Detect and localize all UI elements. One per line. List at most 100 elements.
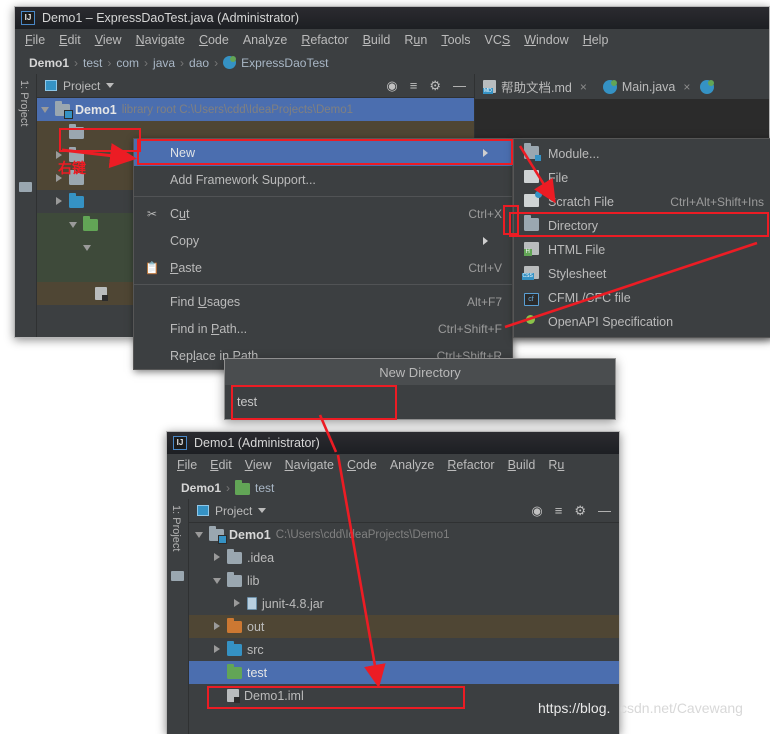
context-menu-item-copy[interactable]: Copy xyxy=(134,227,512,254)
project-toolwindow-label[interactable]: Project xyxy=(63,79,100,93)
menu-file[interactable]: File xyxy=(25,33,45,47)
project-toolwindow-label[interactable]: Project xyxy=(215,504,252,518)
tree-row-demo1[interactable]: Demo1 C:\Users\cdd\IdeaProjects\Demo1 xyxy=(189,523,619,546)
left-tool-strip[interactable]: 1: Project xyxy=(167,499,189,734)
new-directory-dialog[interactable]: New Directory test xyxy=(224,358,616,420)
tree-row-test[interactable]: test xyxy=(189,661,619,684)
tree-row-demo1-root[interactable]: Demo1 library root C:\Users\cdd\IdeaProj… xyxy=(37,98,474,121)
submenu-item-directory[interactable]: Directory xyxy=(514,214,770,238)
menu-build[interactable]: Build xyxy=(508,458,536,472)
chevron-down-icon[interactable] xyxy=(69,220,78,229)
directory-name-input[interactable]: test xyxy=(225,385,615,419)
tree-row-out[interactable]: out xyxy=(189,615,619,638)
menu-build[interactable]: Build xyxy=(363,33,391,47)
menu-run[interactable]: Run xyxy=(404,33,427,47)
menu-help[interactable]: Help xyxy=(583,33,609,47)
locate-icon[interactable]: ◉ xyxy=(386,79,397,92)
menu-refactor[interactable]: Refactor xyxy=(447,458,494,472)
chevron-down-icon[interactable] xyxy=(41,105,50,114)
chevron-right-icon[interactable] xyxy=(213,645,222,654)
submenu-item-openapi-specification[interactable]: OpenAPI Specification xyxy=(514,310,770,334)
submenu-item-stylesheet[interactable]: Stylesheet xyxy=(514,262,770,286)
menu-view[interactable]: View xyxy=(245,458,272,472)
locate-icon[interactable]: ◉ xyxy=(531,504,542,517)
menu-edit[interactable]: Edit xyxy=(210,458,232,472)
window2-breadcrumb[interactable]: Demo1 › test xyxy=(167,476,619,499)
tree-row-src[interactable]: src xyxy=(189,638,619,661)
menu-edit[interactable]: Edit xyxy=(59,33,81,47)
left-tool-strip[interactable]: 1: Project xyxy=(15,74,37,337)
context-menu[interactable]: New Add Framework Support... ✂ Cut Ctrl+… xyxy=(133,138,513,370)
breadcrumb-item-2[interactable]: com xyxy=(116,56,139,70)
menu-vcs[interactable]: VCS xyxy=(485,33,511,47)
breadcrumb-sep: › xyxy=(144,55,149,70)
context-menu-item-accel: Alt+F7 xyxy=(466,294,502,309)
menu-run[interactable]: Ru xyxy=(548,458,564,472)
tool-window-label-project[interactable]: 1: Project xyxy=(170,505,182,551)
submenu-item-scratch-file[interactable]: Scratch File Ctrl+Alt+Shift+Ins xyxy=(514,190,770,214)
breadcrumb-item-4[interactable]: dao xyxy=(189,56,209,70)
submenu-item-cfml-cfc-file[interactable]: cf CFML/CFC file xyxy=(514,286,770,310)
chevron-down-icon[interactable] xyxy=(106,83,115,88)
tree-row-idea[interactable]: .idea xyxy=(189,546,619,569)
chevron-right-icon[interactable] xyxy=(213,553,222,562)
breadcrumb-item-5[interactable]: ExpressDaoTest xyxy=(241,56,328,70)
breadcrumb-item-0[interactable]: Demo1 xyxy=(29,56,69,70)
project-tree-window2[interactable]: Demo1 C:\Users\cdd\IdeaProjects\Demo1 .i… xyxy=(189,523,619,707)
menu-analyze[interactable]: Analyze xyxy=(243,33,287,47)
menu-navigate[interactable]: Navigate xyxy=(285,458,334,472)
menu-tools[interactable]: Tools xyxy=(441,33,470,47)
breadcrumb-item-1[interactable]: test xyxy=(255,481,274,495)
menu-analyze[interactable]: Analyze xyxy=(390,458,434,472)
chevron-right-icon[interactable] xyxy=(213,622,222,631)
editor-tabbar[interactable]: 帮助文档.md × Main.java × xyxy=(475,74,769,99)
gear-icon[interactable]: ⚙ xyxy=(574,504,586,517)
minimize-icon[interactable]: — xyxy=(453,79,466,92)
menu-navigate[interactable]: Navigate xyxy=(136,33,185,47)
context-menu-item-find-in-path[interactable]: Find in Path... Ctrl+Shift+F xyxy=(134,315,512,342)
chevron-down-icon[interactable] xyxy=(195,530,204,539)
context-menu-item-paste[interactable]: 📋 Paste Ctrl+V xyxy=(134,254,512,281)
chevron-down-icon[interactable] xyxy=(258,508,267,513)
editor-tab-main-java[interactable]: Main.java × xyxy=(595,74,699,99)
window1-breadcrumb[interactable]: Demo1 › test › com › java › dao › Expres… xyxy=(15,51,769,74)
grey-folder-icon xyxy=(69,123,84,139)
context-menu-item-new[interactable]: New xyxy=(134,139,512,166)
window1-menubar[interactable]: File Edit View Navigate Code Analyze Ref… xyxy=(15,29,769,51)
close-icon[interactable]: × xyxy=(683,80,690,94)
menu-refactor[interactable]: Refactor xyxy=(301,33,348,47)
tool-window-label-project[interactable]: 1: Project xyxy=(18,80,30,126)
menu-window[interactable]: Window xyxy=(524,33,568,47)
context-menu-item-label: Find in Path... xyxy=(170,321,248,336)
menu-view[interactable]: View xyxy=(95,33,122,47)
gear-icon[interactable]: ⚙ xyxy=(429,79,441,92)
context-menu-item-cut[interactable]: ✂ Cut Ctrl+X xyxy=(134,200,512,227)
close-icon[interactable]: × xyxy=(580,80,587,94)
ide-window-result[interactable]: IJ Demo1 (Administrator) File Edit View … xyxy=(166,431,620,734)
submenu-item-file[interactable]: File xyxy=(514,166,770,190)
submenu-item-html-file[interactable]: HTML File xyxy=(514,238,770,262)
new-submenu[interactable]: Module... File Scratch File Ctrl+Alt+Shi… xyxy=(513,138,770,338)
menu-code[interactable]: Code xyxy=(347,458,377,472)
editor-tab-help-doc[interactable]: 帮助文档.md × xyxy=(475,74,595,99)
collapse-all-icon[interactable]: ≡ xyxy=(410,79,418,92)
menu-file[interactable]: File xyxy=(177,458,197,472)
minimize-icon[interactable]: — xyxy=(598,504,611,517)
tree-row-lib[interactable]: lib xyxy=(189,569,619,592)
breadcrumb-item-0[interactable]: Demo1 xyxy=(181,481,221,495)
context-menu-item-add-framework-support[interactable]: Add Framework Support... xyxy=(134,166,512,193)
menu-code[interactable]: Code xyxy=(199,33,229,47)
chevron-down-icon[interactable] xyxy=(83,243,92,252)
editor-tab-third[interactable] xyxy=(698,74,722,99)
collapse-all-icon[interactable]: ≡ xyxy=(555,504,563,517)
breadcrumb-item-1[interactable]: test xyxy=(83,56,102,70)
tree-label-demo1: Demo1 xyxy=(75,102,117,117)
breadcrumb-item-3[interactable]: java xyxy=(153,56,175,70)
tree-row-junit-jar[interactable]: junit-4.8.jar xyxy=(189,592,619,615)
chevron-down-icon[interactable] xyxy=(213,576,222,585)
submenu-item-module[interactable]: Module... xyxy=(514,142,770,166)
chevron-right-icon[interactable] xyxy=(55,197,64,206)
chevron-right-icon[interactable] xyxy=(233,599,242,608)
context-menu-item-find-usages[interactable]: Find Usages Alt+F7 xyxy=(134,288,512,315)
window2-menubar[interactable]: File Edit View Navigate Code Analyze Ref… xyxy=(167,454,619,476)
